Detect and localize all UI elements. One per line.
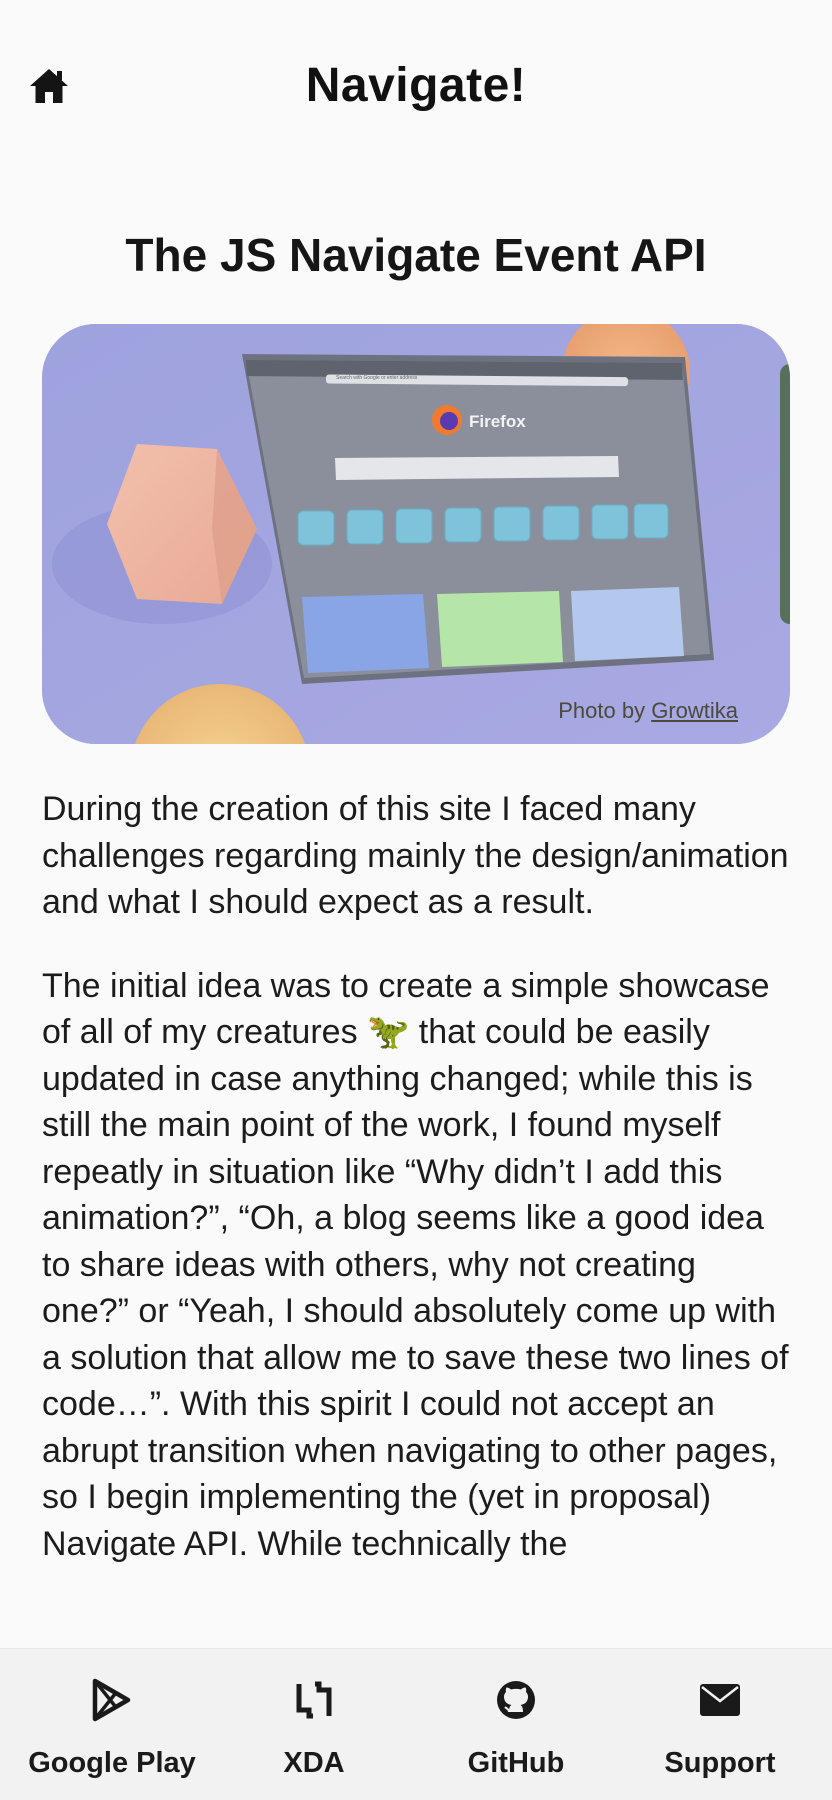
- nav-label-github: GitHub: [467, 1747, 565, 1779]
- photo-credit-prefix: Photo by: [558, 698, 652, 723]
- github-icon: [497, 1681, 535, 1719]
- article-title: The JS Navigate Event API: [125, 229, 707, 281]
- nav-item-support[interactable]: Support: [640, 1649, 800, 1800]
- article-body: During the creation of this site I faced…: [42, 786, 792, 1604]
- nav-label-support: Support: [664, 1747, 776, 1779]
- photo-credit-link[interactable]: Growtika: [651, 698, 738, 723]
- app-root: Navigate! The JS Navigate Event API Sear…: [0, 0, 832, 1800]
- bottom-nav: Google Play XDA GitHub Support: [0, 1648, 832, 1800]
- google-play-icon: [92, 1678, 131, 1722]
- photo-credit: Photo by Growtika: [558, 698, 738, 724]
- bottom-fade: [0, 1600, 832, 1648]
- nav-item-google-play[interactable]: Google Play: [16, 1649, 208, 1800]
- browser-search-text: Search with Google or enter address: [336, 375, 418, 381]
- hero-image: Search with Google or enter address Fire…: [42, 324, 790, 744]
- article-paragraph-2: The initial idea was to create a simple …: [42, 966, 789, 1563]
- top-header: Navigate!: [0, 0, 832, 170]
- mail-icon: [700, 1684, 740, 1716]
- browser-name: Firefox: [469, 412, 526, 431]
- hero-illustration: Search with Google or enter address Fire…: [42, 324, 790, 744]
- article-paragraph-1: During the creation of this site I faced…: [42, 790, 789, 921]
- page-title: Navigate!: [305, 59, 527, 112]
- nav-item-xda[interactable]: XDA: [238, 1649, 390, 1800]
- nav-label-xda: XDA: [283, 1747, 345, 1779]
- nav-label-google-play: Google Play: [28, 1747, 196, 1779]
- nav-item-github[interactable]: GitHub: [440, 1649, 592, 1800]
- xda-icon: [296, 1681, 332, 1719]
